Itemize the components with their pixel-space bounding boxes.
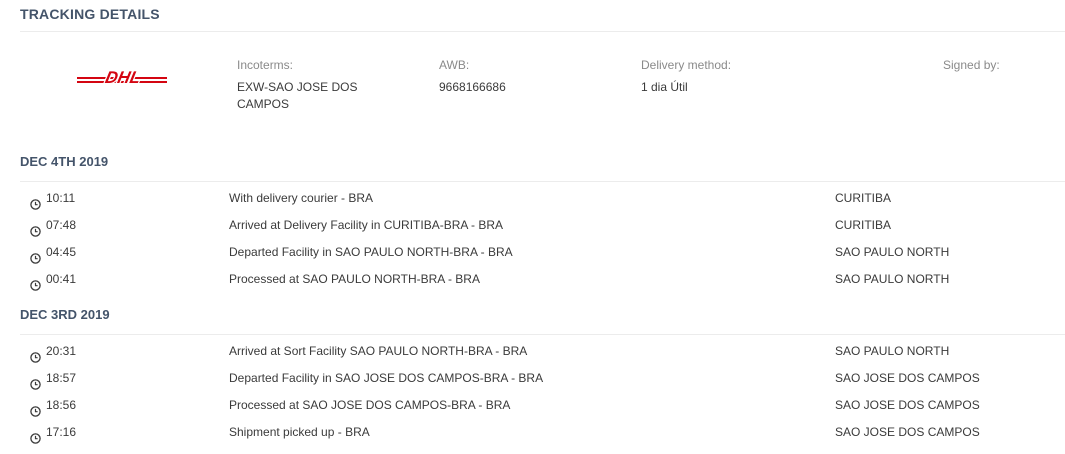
clock-icon [30,373,41,390]
dhl-logo: DHL [77,66,167,88]
signed-by-label: Signed by: [943,58,1000,72]
tracking-event-row: 04:45 Departed Facility in SAO PAULO NORT… [0,239,1065,266]
event-location: SAO JOSE DOS CAMPOS [835,425,980,439]
event-time: 17:16 [46,425,77,439]
incoterms-value: EXW-SAO JOSE DOS CAMPOS [237,80,358,111]
event-description: Arrived at Sort Facility SAO PAULO NORTH… [229,344,528,358]
delivery-method-field: Delivery method: 1 dia Útil [641,57,731,96]
event-location: CURITIBA [835,218,892,232]
event-description: Arrived at Delivery Facility in CURITIBA… [229,218,504,232]
date-divider [20,181,1065,182]
awb-label: AWB: [439,58,470,72]
date-divider [20,334,1065,335]
clock-icon [30,346,41,363]
event-time: 04:45 [46,245,77,259]
event-time: 20:31 [46,344,77,358]
incoterms-field: Incoterms: EXW-SAO JOSE DOS CAMPOS [237,57,387,113]
date-heading: DEC 3RD 2019 [20,307,110,322]
event-description: Processed at SAO JOSE DOS CAMPOS-BRA - B… [229,398,511,412]
clock-icon [30,193,41,210]
incoterms-label: Incoterms: [237,58,294,72]
event-description: Departed Facility in SAO JOSE DOS CAMPOS… [229,371,544,385]
page-title: TRACKING DETAILS [20,6,160,22]
tracking-event-row: 20:31 Arrived at Sort Facility SAO PAULO … [0,338,1065,365]
tracking-event-row: 18:57 Departed Facility in SAO JOSE DOS C… [0,365,1065,392]
tracking-event-row: 18:56 Processed at SAO JOSE DOS CAMPOS-BR… [0,392,1065,419]
event-description: Shipment picked up - BRA [229,425,370,439]
event-location: SAO PAULO NORTH [835,344,950,358]
event-description: Processed at SAO PAULO NORTH-BRA - BRA [229,272,480,286]
event-time: 00:41 [46,272,77,286]
tracking-event-row: 17:16 Shipment picked up - BRA SAO JOSE DO… [0,419,1065,446]
awb-value: 9668166686 [439,80,506,94]
event-description: With delivery courier - BRA [229,191,374,205]
signed-by-field: Signed by: [943,57,1000,79]
header-divider [20,31,1065,32]
tracking-event-row: 07:48 Arrived at Delivery Facility in CUR… [0,212,1065,239]
event-time: 10:11 [46,191,76,205]
clock-icon [30,400,41,417]
event-description: Departed Facility in SAO PAULO NORTH-BRA… [229,245,513,259]
clock-icon [30,427,41,444]
event-location: SAO JOSE DOS CAMPOS [835,398,980,412]
dhl-logo-text: DHL [104,68,143,87]
clock-icon [30,220,41,237]
tracking-event-row: 10:11 With delivery courier - BRA CURITIBA [0,185,1065,212]
delivery-method-label: Delivery method: [641,58,732,72]
clock-icon [30,247,41,264]
awb-field: AWB: 9668166686 [439,57,506,96]
event-location: SAO PAULO NORTH [835,272,950,286]
tracking-event-row: 00:41 Processed at SAO PAULO NORTH-BRA - … [0,266,1065,293]
clock-icon [30,274,41,291]
date-heading: DEC 4TH 2019 [20,154,109,169]
event-location: SAO PAULO NORTH [835,245,950,259]
event-location: CURITIBA [835,191,892,205]
event-time: 07:48 [46,218,77,232]
delivery-method-value: 1 dia Útil [641,80,688,94]
event-location: SAO JOSE DOS CAMPOS [835,371,980,385]
event-time: 18:57 [46,371,77,385]
event-time: 18:56 [46,398,77,412]
